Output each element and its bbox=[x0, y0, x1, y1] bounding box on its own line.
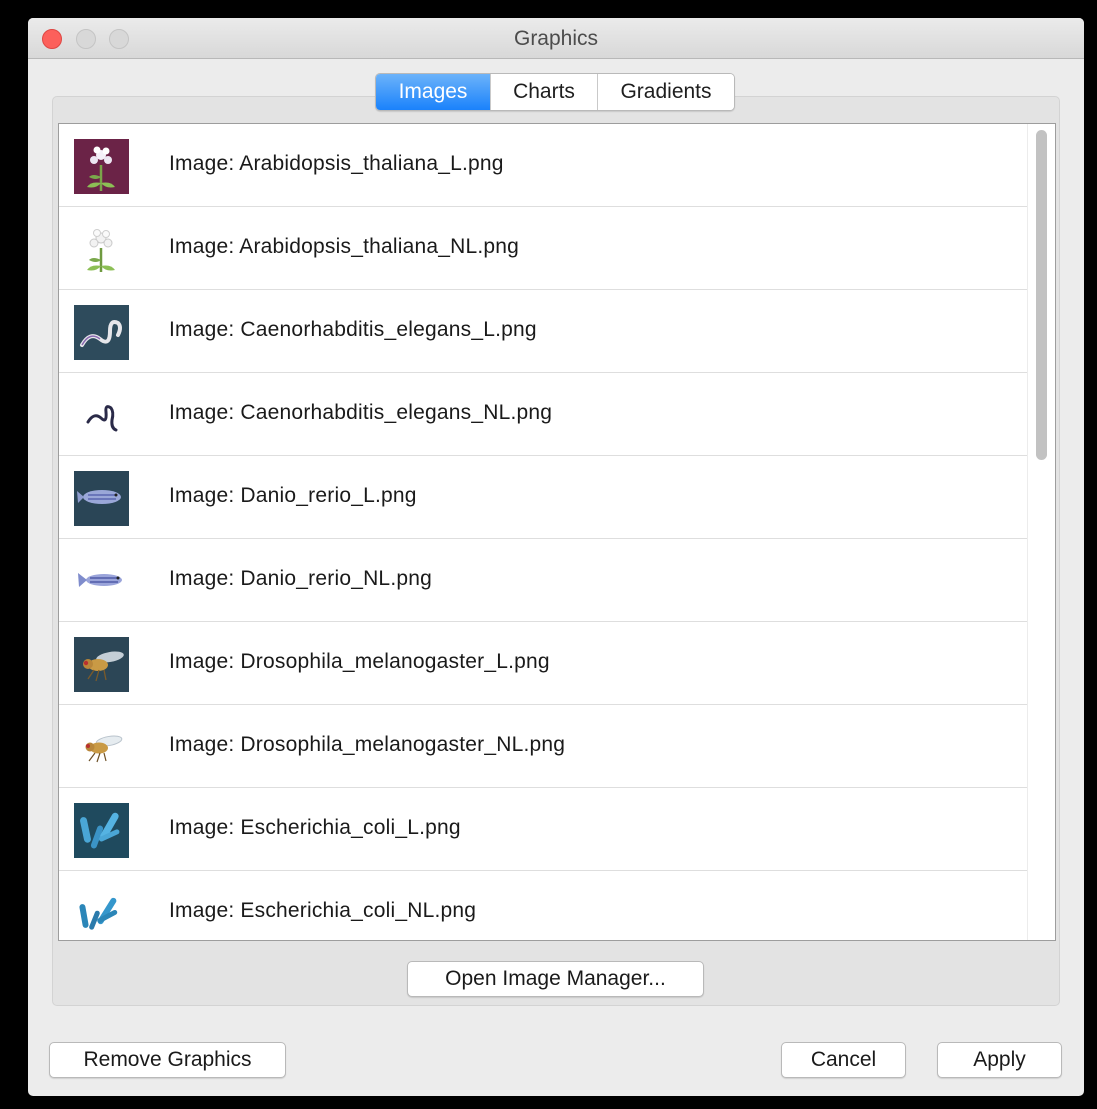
window-title: Graphics bbox=[513, 27, 599, 50]
list-item[interactable]: Image: Arabidopsis_thaliana_NL.png bbox=[59, 207, 1027, 290]
image-label: Image: Drosophila_melanogaster_L.png bbox=[169, 650, 550, 673]
vertical-scrollbar[interactable] bbox=[1027, 124, 1055, 940]
zebrafish-icon bbox=[78, 573, 122, 587]
arabidopsis-plant-icon bbox=[87, 229, 115, 272]
image-label: Image: Caenorhabditis_elegans_NL.png bbox=[169, 401, 553, 424]
image-label: Image: Escherichia_coli_NL.png bbox=[169, 899, 477, 922]
title-bar: Graphics bbox=[28, 18, 1084, 59]
fruit-fly-icon bbox=[85, 735, 123, 763]
tab-bar: Images Charts Gradients bbox=[375, 73, 735, 111]
bacteria-icon bbox=[79, 897, 118, 930]
tab-charts[interactable]: Charts bbox=[491, 74, 598, 110]
list-item[interactable]: Image: Escherichia_coli_NL.png bbox=[59, 871, 1027, 940]
worm-labeled-icon bbox=[74, 305, 129, 360]
image-label: Image: Danio_rerio_L.png bbox=[169, 484, 417, 507]
list-item[interactable]: Image: Caenorhabditis_elegans_L.png bbox=[59, 290, 1027, 373]
list-item[interactable]: Image: Arabidopsis_thaliana_L.png bbox=[59, 124, 1027, 207]
list-item[interactable]: Image: Drosophila_melanogaster_NL.png bbox=[59, 705, 1027, 788]
list-item[interactable]: Image: Caenorhabditis_elegans_NL.png bbox=[59, 373, 1027, 456]
fruit-fly-labeled-icon bbox=[74, 637, 129, 692]
list-item[interactable]: Image: Danio_rerio_NL.png bbox=[59, 539, 1027, 622]
graphics-dialog: Graphics Images Charts Gradients Image: … bbox=[28, 18, 1084, 1096]
remove-graphics-button[interactable]: Remove Graphics bbox=[49, 1042, 286, 1078]
image-label: Image: Drosophila_melanogaster_NL.png bbox=[169, 733, 566, 756]
image-list[interactable]: Image: Arabidopsis_thaliana_L.png Image:… bbox=[58, 123, 1056, 941]
arabidopsis-plant-labeled-icon bbox=[74, 139, 129, 194]
list-item[interactable]: Image: Escherichia_coli_L.png bbox=[59, 788, 1027, 871]
image-label: Image: Arabidopsis_thaliana_NL.png bbox=[169, 235, 520, 258]
zebrafish-labeled-icon bbox=[74, 471, 129, 526]
cancel-button[interactable]: Cancel bbox=[781, 1042, 906, 1078]
worm-icon bbox=[86, 405, 118, 432]
tab-gradients[interactable]: Gradients bbox=[598, 74, 734, 110]
image-label: Image: Danio_rerio_NL.png bbox=[169, 567, 432, 590]
scrollbar-thumb[interactable] bbox=[1036, 130, 1047, 460]
image-label: Image: Caenorhabditis_elegans_L.png bbox=[169, 318, 537, 341]
tab-images[interactable]: Images bbox=[376, 74, 491, 110]
list-item[interactable]: Image: Drosophila_melanogaster_L.png bbox=[59, 622, 1027, 705]
image-label: Image: Escherichia_coli_L.png bbox=[169, 816, 461, 839]
list-item[interactable]: Image: Danio_rerio_L.png bbox=[59, 456, 1027, 539]
bacteria-labeled-icon bbox=[74, 803, 129, 858]
apply-button[interactable]: Apply bbox=[937, 1042, 1062, 1078]
open-image-manager-button[interactable]: Open Image Manager... bbox=[407, 961, 704, 997]
image-label: Image: Arabidopsis_thaliana_L.png bbox=[169, 152, 504, 175]
